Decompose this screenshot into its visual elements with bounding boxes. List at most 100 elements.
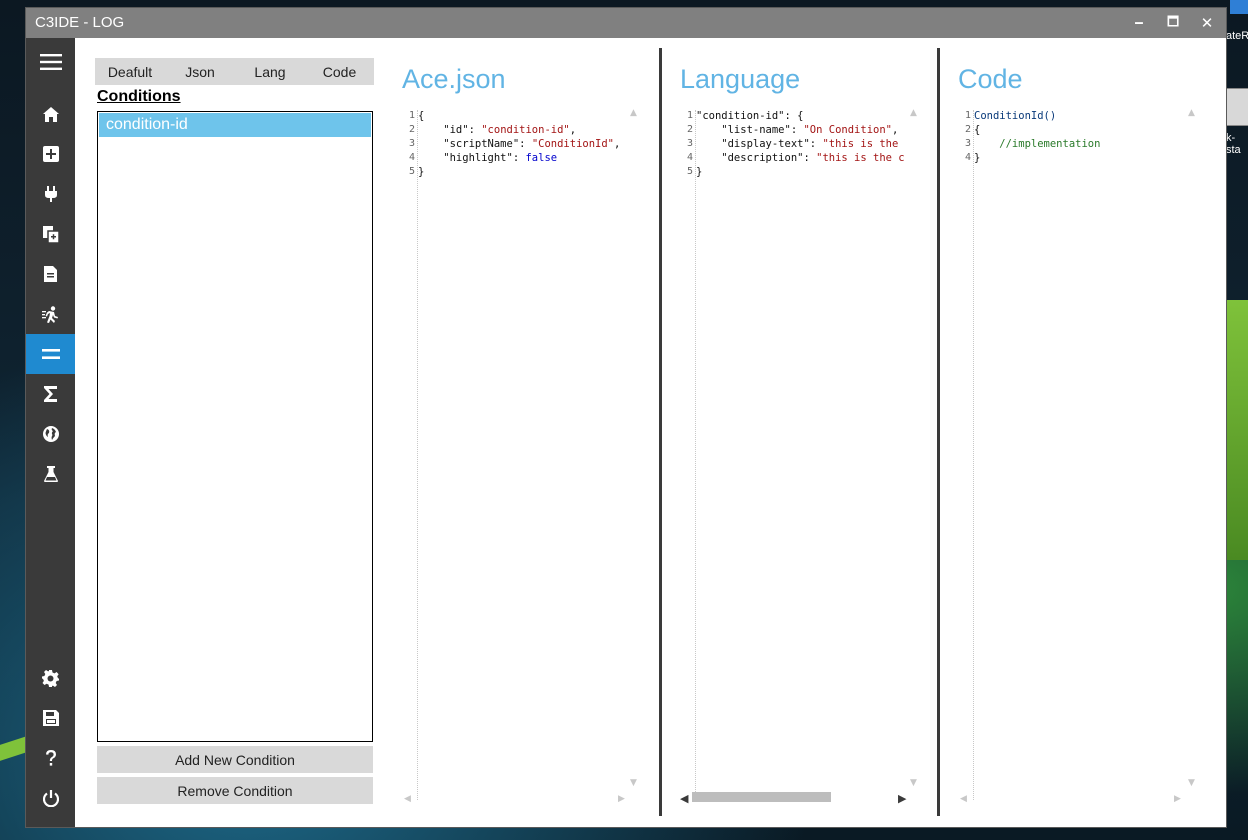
tab-json[interactable]: Json xyxy=(165,58,235,85)
globe-icon[interactable] xyxy=(26,414,75,454)
desktop-file-icon[interactable] xyxy=(1226,88,1248,126)
code-token: "scriptName" xyxy=(418,138,520,150)
scroll-up-arrow-icon[interactable]: ▲ xyxy=(630,108,637,118)
scroll-down-arrow-icon[interactable]: ▼ xyxy=(1188,778,1195,788)
code-token: , xyxy=(892,124,899,136)
tab-default[interactable]: Deafult xyxy=(95,58,165,85)
gear-icon[interactable] xyxy=(26,658,75,698)
add-condition-button[interactable]: Add New Condition xyxy=(97,746,373,773)
scroll-right-arrow-icon[interactable]: ▶ xyxy=(618,794,625,804)
editor-gutter: 1 2 3 4 5 xyxy=(402,110,418,800)
flask-icon[interactable] xyxy=(26,454,75,494)
code-token: } xyxy=(418,166,425,178)
code-line[interactable]: "list-name": "On Condition", xyxy=(696,124,910,136)
code-token: "this is the c xyxy=(816,152,905,164)
scroll-up-arrow-icon[interactable]: ▲ xyxy=(910,108,917,118)
horizontal-scrollbar[interactable]: ◀ ▶ xyxy=(680,790,910,805)
power-icon[interactable] xyxy=(26,778,75,818)
code-token: "ConditionId" xyxy=(531,138,614,150)
app-window: C3IDE - LOG 🗕 🗖 ✕ Deafult Json Lang Code… xyxy=(26,8,1226,827)
scroll-down-arrow-icon[interactable]: ▼ xyxy=(630,778,637,788)
line-number: 4 xyxy=(686,152,693,163)
panel-divider[interactable] xyxy=(937,48,940,816)
code-line[interactable]: "description": "this is the c xyxy=(696,152,910,164)
code-token: } xyxy=(974,152,981,164)
home-icon[interactable] xyxy=(26,94,75,134)
code-token: "id" xyxy=(418,124,469,136)
code-token: "this is the xyxy=(822,138,899,150)
add-icon[interactable] xyxy=(26,134,75,174)
code-line[interactable]: { xyxy=(418,110,653,122)
ace-json-title: Ace.json xyxy=(402,64,506,94)
code-token: : xyxy=(809,138,823,150)
code-token: : xyxy=(519,138,532,150)
code-line[interactable]: { xyxy=(974,124,1204,136)
editor-gutter: 1 2 3 4 xyxy=(958,110,974,800)
scrollbar-thumb[interactable] xyxy=(692,792,831,802)
scroll-right-arrow-icon[interactable]: ▶ xyxy=(1174,794,1181,804)
code-line[interactable]: } xyxy=(696,166,910,178)
copy-icon[interactable] xyxy=(26,214,75,254)
line-number: 4 xyxy=(408,152,415,163)
code-line[interactable]: "display-text": "this is the xyxy=(696,138,910,150)
code-token: ConditionId() xyxy=(974,110,1057,122)
equals-icon[interactable] xyxy=(26,334,75,374)
code-token: : xyxy=(512,152,526,164)
code-line[interactable]: "highlight": false xyxy=(418,152,653,164)
line-number: 2 xyxy=(686,124,693,135)
window-title: C3IDE - LOG xyxy=(35,14,125,31)
minimize-button[interactable]: 🗕 xyxy=(1128,12,1150,34)
scroll-left-arrow-icon[interactable]: ◀ xyxy=(680,792,688,805)
panel-divider[interactable] xyxy=(659,48,662,816)
code-token: : xyxy=(803,152,817,164)
code-token: "condition-id" xyxy=(696,110,785,122)
line-number: 5 xyxy=(408,166,415,177)
run-icon[interactable] xyxy=(26,294,75,334)
code-line[interactable]: "condition-id": { xyxy=(696,110,910,122)
close-button[interactable]: ✕ xyxy=(1196,12,1218,34)
code-token: { xyxy=(974,124,981,136)
code-line[interactable]: } xyxy=(418,166,653,178)
code-token: "description" xyxy=(696,152,804,164)
document-icon[interactable] xyxy=(26,254,75,294)
conditions-list[interactable]: condition-id xyxy=(97,111,373,742)
save-icon[interactable] xyxy=(26,698,75,738)
menu-icon[interactable] xyxy=(26,42,75,82)
code-token: } xyxy=(696,166,703,178)
code-token: false xyxy=(525,152,558,164)
code-token: : { xyxy=(784,110,804,122)
code-token: "display-text" xyxy=(696,138,810,150)
scroll-up-arrow-icon[interactable]: ▲ xyxy=(1188,108,1195,118)
code-token: "highlight" xyxy=(418,152,513,164)
code-token: : xyxy=(468,124,482,136)
code-line[interactable]: } xyxy=(974,152,1204,164)
code-line[interactable]: "id": "condition-id", xyxy=(418,124,653,136)
code-line[interactable]: "scriptName": "ConditionId", xyxy=(418,138,653,150)
scroll-down-arrow-icon[interactable]: ▼ xyxy=(910,778,917,788)
scroll-left-arrow-icon[interactable]: ◀ xyxy=(404,794,411,804)
scroll-right-arrow-icon[interactable]: ▶ xyxy=(898,792,906,805)
code-token: //implementation xyxy=(974,138,1101,150)
line-number: 3 xyxy=(408,138,415,149)
line-number: 5 xyxy=(686,166,693,177)
code-token: "list-name" xyxy=(696,124,791,136)
scroll-left-arrow-icon[interactable]: ◀ xyxy=(960,794,967,804)
tab-code[interactable]: Code xyxy=(305,58,374,85)
plug-icon[interactable] xyxy=(26,174,75,214)
code-token: , xyxy=(569,124,577,136)
list-item[interactable]: condition-id xyxy=(99,113,371,137)
code-line[interactable]: ConditionId() xyxy=(974,110,1204,122)
editor-gutter: 1 2 3 4 5 xyxy=(680,110,696,800)
code-line[interactable]: //implementation xyxy=(974,138,1204,150)
language-title: Language xyxy=(680,64,801,94)
desktop-wallpaper-accent xyxy=(1226,300,1248,560)
remove-condition-button[interactable]: Remove Condition xyxy=(97,777,373,804)
tab-lang[interactable]: Lang xyxy=(235,58,305,85)
desktop-taskbar-fragment xyxy=(1230,0,1248,14)
line-number: 3 xyxy=(964,138,971,149)
help-icon[interactable] xyxy=(26,738,75,778)
maximize-button[interactable]: 🗖 xyxy=(1162,12,1184,34)
code-title: Code xyxy=(958,64,1023,94)
title-bar[interactable]: C3IDE - LOG 🗕 🗖 ✕ xyxy=(26,8,1226,38)
sigma-icon[interactable] xyxy=(26,374,75,414)
